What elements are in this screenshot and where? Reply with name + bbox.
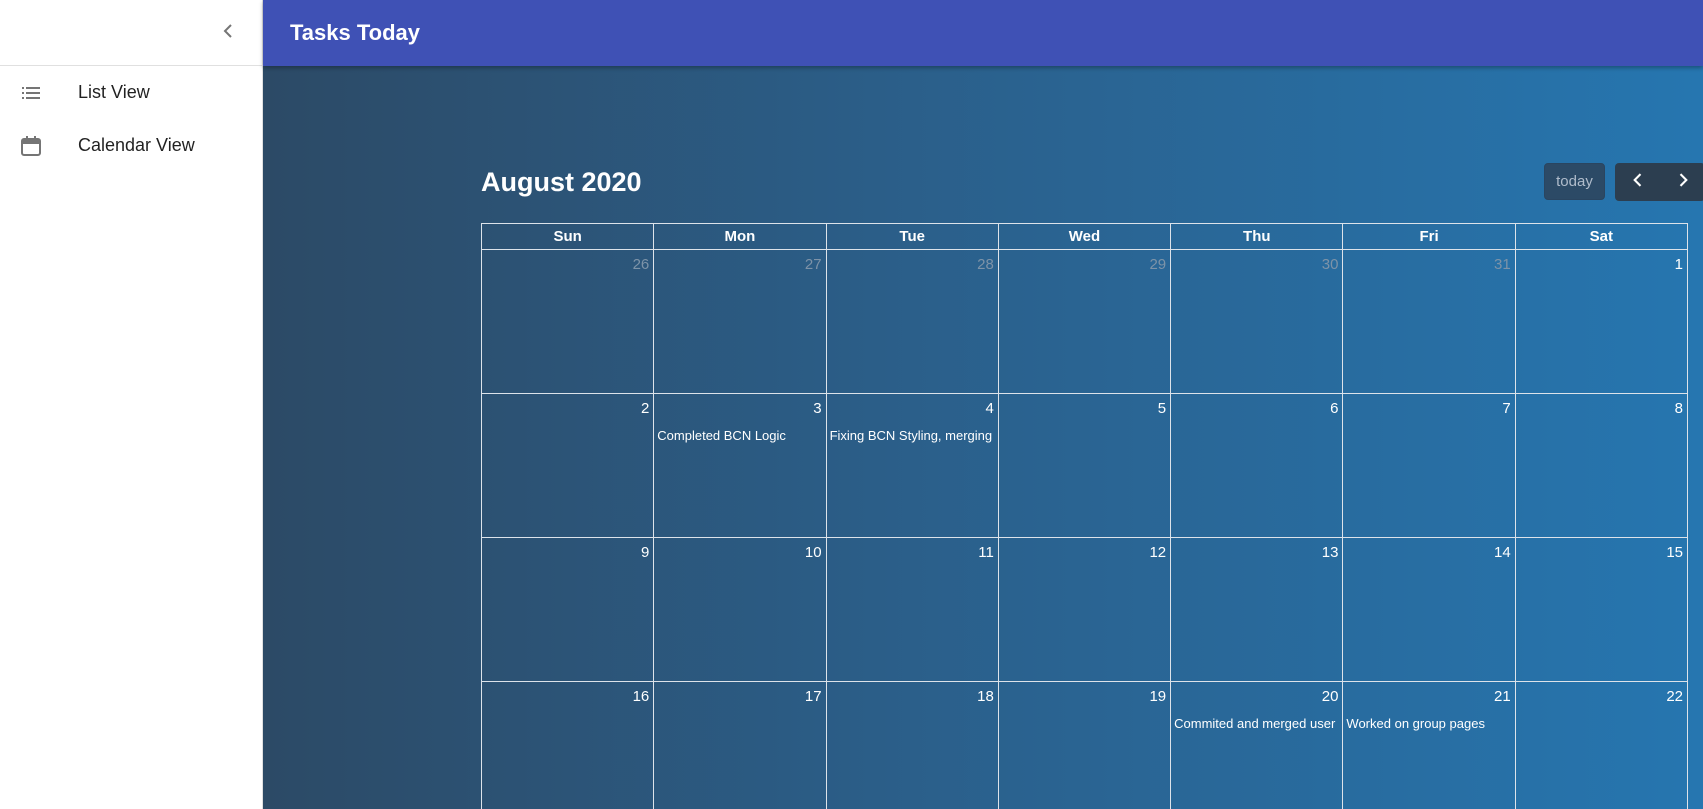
calendar-day-cell[interactable]: 22: [1516, 682, 1688, 809]
calendar-day-cell[interactable]: 10: [654, 538, 827, 682]
day-number: 21: [1494, 688, 1511, 705]
calendar-day-cell[interactable]: 19: [999, 682, 1172, 809]
weekday-label: Fri: [1343, 224, 1516, 250]
day-number: 11: [978, 544, 994, 561]
calendar-day-cell[interactable]: 27: [654, 250, 827, 394]
day-number: 22: [1666, 688, 1683, 705]
calendar-day-cell[interactable]: 8: [1515, 394, 1688, 538]
day-number: 5: [1157, 400, 1167, 417]
day-number: 15: [1666, 544, 1683, 561]
chevron-left-icon: [1628, 170, 1648, 195]
calendar-day-cell[interactable]: 18: [827, 682, 999, 809]
day-number: 8: [1674, 400, 1683, 417]
sidebar-item-label: Calendar View: [78, 135, 195, 155]
day-number: 20: [1321, 688, 1339, 705]
calendar-day-cell[interactable]: 20 Commited and merged user: [1171, 682, 1344, 809]
next-month-button[interactable]: [1660, 163, 1703, 201]
calendar-day-cell[interactable]: 17: [654, 682, 827, 809]
main-content: August 2020 today Sun Mon Tue Wed Thu Fr…: [263, 66, 1703, 809]
calendar-day-cell[interactable]: 2: [482, 394, 655, 538]
calendar-day-cell[interactable]: 9: [482, 538, 655, 682]
calendar-day-cell[interactable]: 21 Worked on group pages: [1343, 682, 1516, 809]
sidebar-header: [0, 0, 262, 66]
day-number: 26: [632, 256, 650, 273]
day-number: 16: [632, 688, 650, 705]
day-number: 14: [1494, 544, 1511, 561]
calendar-day-cell[interactable]: 14: [1343, 538, 1516, 682]
calendar-icon: [19, 134, 43, 158]
day-number: 31: [1494, 256, 1511, 273]
calendar-event[interactable]: Worked on group pages: [1346, 716, 1512, 731]
sidebar-item-calendar-view[interactable]: Calendar View: [0, 119, 262, 172]
app-bar: Tasks Today: [263, 0, 1703, 66]
day-number: 29: [1149, 256, 1167, 273]
day-number: 2: [640, 400, 650, 417]
list-icon: [19, 81, 43, 105]
weekday-header: Sun Mon Tue Wed Thu Fri Sat: [481, 223, 1688, 250]
calendar-event[interactable]: Completed BCN Logic: [657, 428, 823, 443]
calendar-grid: Sun Mon Tue Wed Thu Fri Sat 26 27 28 29 30 31…: [481, 223, 1688, 809]
day-number: 27: [804, 256, 822, 273]
calendar-weeks: 26 27 28 29 30 31 1 2 3 Completed BCN Logic 4 Fixin…: [481, 250, 1688, 809]
day-number: 10: [804, 544, 822, 561]
calendar-day-cell[interactable]: 29: [998, 250, 1172, 394]
calendar-week-row: 9 10 11 12 13 14 15: [481, 538, 1688, 682]
weekday-label: Tue: [826, 224, 999, 250]
calendar-day-cell[interactable]: 6: [1171, 394, 1344, 538]
calendar-day-cell[interactable]: 4 Fixing BCN Styling, merging: [826, 394, 999, 538]
calendar-day-cell[interactable]: 1: [1515, 250, 1688, 394]
weekday-label: Thu: [1171, 224, 1344, 250]
calendar-day-cell[interactable]: 12: [998, 538, 1172, 682]
day-number: 4: [985, 400, 994, 417]
calendar-title: August 2020: [481, 167, 642, 197]
day-number: 30: [1321, 256, 1339, 273]
calendar-nav-group: [1615, 163, 1703, 201]
calendar-week-row: 26 27 28 29 30 31 1: [481, 250, 1688, 394]
app-title: Tasks Today: [290, 20, 421, 45]
calendar-day-cell[interactable]: 31: [1343, 250, 1516, 394]
day-number: 9: [640, 544, 650, 561]
sidebar: List View Calendar View: [0, 0, 263, 809]
prev-month-button[interactable]: [1615, 163, 1660, 201]
calendar-day-cell[interactable]: 5: [998, 394, 1172, 538]
day-number: 28: [977, 256, 994, 273]
day-number: 19: [1149, 688, 1167, 705]
today-button[interactable]: today: [1544, 163, 1605, 200]
calendar-day-cell[interactable]: 30: [1171, 250, 1344, 394]
calendar-day-cell[interactable]: 26: [482, 250, 655, 394]
chevron-left-icon[interactable]: [216, 19, 240, 43]
calendar-day-cell[interactable]: 16: [482, 682, 655, 809]
calendar-day-cell[interactable]: 11: [826, 538, 999, 682]
day-number: 13: [1321, 544, 1339, 561]
weekday-label: Wed: [998, 224, 1172, 250]
calendar-week-row: 16 17 18 19 20 Commited and merged user 21 Work…: [481, 682, 1688, 809]
calendar-toolbar: August 2020 today: [481, 162, 1703, 202]
calendar-day-cell[interactable]: 7: [1343, 394, 1516, 538]
day-number: 3: [813, 400, 822, 417]
weekday-label: Sat: [1515, 224, 1688, 250]
calendar-event[interactable]: Commited and merged user: [1174, 716, 1340, 731]
chevron-right-icon: [1673, 170, 1693, 195]
calendar-day-cell[interactable]: 28: [826, 250, 999, 394]
calendar-day-cell[interactable]: 15: [1515, 538, 1688, 682]
calendar-day-cell[interactable]: 13: [1171, 538, 1344, 682]
day-number: 1: [1674, 256, 1683, 273]
day-number: 12: [1149, 544, 1167, 561]
sidebar-item-label: List View: [78, 82, 150, 102]
weekday-label: Sun: [482, 224, 655, 250]
day-number: 17: [804, 688, 822, 705]
day-number: 18: [977, 688, 994, 705]
weekday-label: Mon: [654, 224, 827, 250]
calendar-event[interactable]: Fixing BCN Styling, merging: [830, 428, 996, 443]
day-number: 7: [1502, 400, 1511, 417]
day-number: 6: [1330, 400, 1339, 417]
calendar-week-row: 2 3 Completed BCN Logic 4 Fixing BCN Styling…: [481, 394, 1688, 538]
calendar-day-cell[interactable]: 3 Completed BCN Logic: [654, 394, 827, 538]
sidebar-item-list-view[interactable]: List View: [0, 66, 262, 119]
